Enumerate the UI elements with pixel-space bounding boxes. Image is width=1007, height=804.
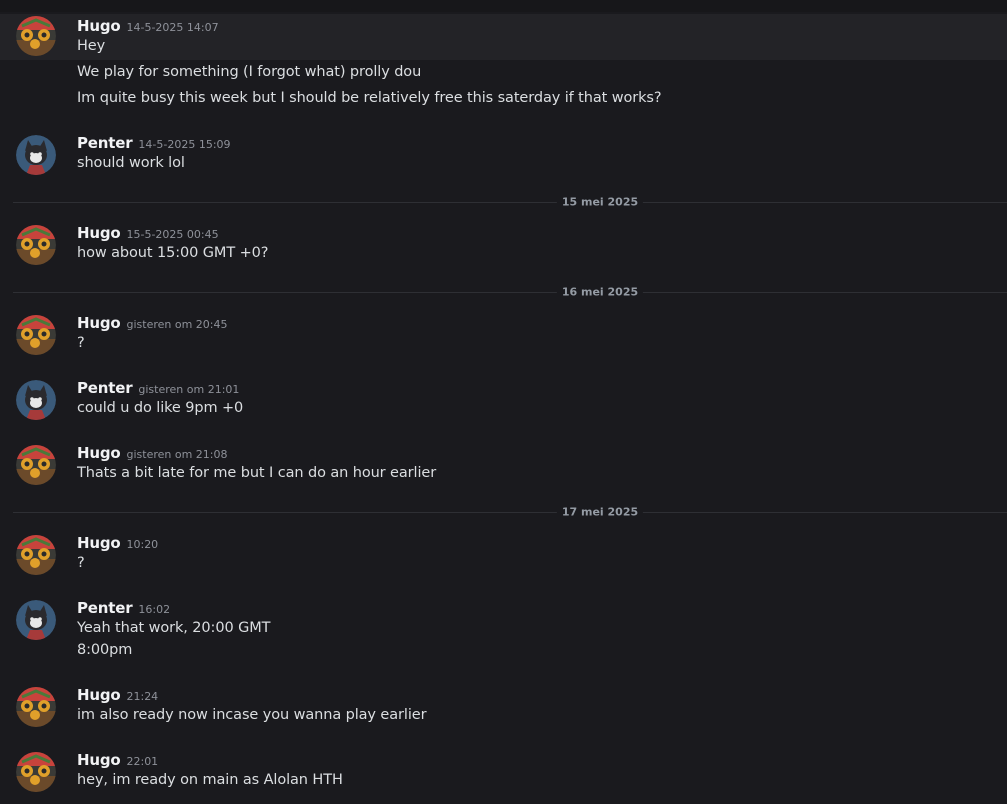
message-group[interactable]: Penter 14-5-2025 15:09 should work lol	[0, 133, 1007, 179]
author-name[interactable]: Hugo	[77, 17, 121, 35]
chat-messages-area: Hugo 14-5-2025 14:07 Hey We play for some…	[0, 0, 1007, 804]
message-timestamp[interactable]: 22:01	[126, 755, 158, 768]
hugo-avatar-icon[interactable]	[16, 16, 56, 56]
message-timestamp[interactable]: gisteren om 21:01	[138, 383, 239, 396]
date-divider-label: 16 mei 2025	[556, 285, 644, 299]
hugo-avatar-icon[interactable]	[16, 535, 56, 575]
date-divider: 17 mei 2025	[13, 505, 1007, 519]
message-header: Hugo gisteren om 20:45	[77, 313, 228, 335]
author-name[interactable]: Hugo	[77, 224, 121, 242]
message-text: im also ready now incase you wanna play …	[77, 707, 427, 723]
message-header: Hugo 21:24	[77, 685, 158, 707]
message-header: Hugo 22:01	[77, 750, 158, 772]
message-text: ?	[77, 335, 85, 351]
message-header: Hugo 14-5-2025 14:07	[77, 16, 219, 38]
message-text: We play for something (I forgot what) pr…	[77, 64, 422, 80]
hugo-avatar-icon[interactable]	[16, 752, 56, 792]
date-divider: 16 mei 2025	[13, 285, 1007, 299]
message-timestamp[interactable]: 15-5-2025 00:45	[126, 228, 218, 241]
top-strip	[0, 0, 1007, 12]
penter-avatar-icon[interactable]	[16, 380, 56, 420]
message-group[interactable]: Hugo gisteren om 21:08 Thats a bit late f…	[0, 443, 1007, 489]
message-header: Hugo 10:20	[77, 533, 158, 555]
message-group[interactable]: Hugo 10:20 ?	[0, 533, 1007, 579]
message-timestamp[interactable]: gisteren om 21:08	[126, 448, 227, 461]
author-name[interactable]: Penter	[77, 134, 133, 152]
message-timestamp[interactable]: 21:24	[126, 690, 158, 703]
author-name[interactable]: Hugo	[77, 751, 121, 769]
message-text: ?	[77, 555, 85, 571]
message-group[interactable]: Hugo 22:01 hey, im ready on main as Alola…	[0, 750, 1007, 796]
message-text: Im quite busy this week but I should be …	[77, 90, 662, 106]
message-group[interactable]: Hugo 15-5-2025 00:45 how about 15:00 GMT …	[0, 223, 1007, 269]
message-timestamp[interactable]: 14-5-2025 15:09	[138, 138, 230, 151]
date-divider-label: 17 mei 2025	[556, 505, 644, 519]
message-text: Thats a bit late for me but I can do an …	[77, 465, 437, 481]
message-text: Hey	[77, 38, 106, 54]
author-name[interactable]: Penter	[77, 379, 133, 397]
message-text: could u do like 9pm +0	[77, 400, 244, 416]
author-name[interactable]: Hugo	[77, 686, 121, 704]
author-name[interactable]: Hugo	[77, 444, 121, 462]
message-timestamp[interactable]: 16:02	[138, 603, 170, 616]
message-text: 8:00pm	[77, 642, 133, 658]
author-name[interactable]: Hugo	[77, 314, 121, 332]
message-group[interactable]: Hugo 14-5-2025 14:07 Hey	[0, 14, 1007, 60]
author-name[interactable]: Hugo	[77, 534, 121, 552]
message-text: Yeah that work, 20:00 GMT	[77, 620, 271, 636]
penter-avatar-icon[interactable]	[16, 135, 56, 175]
date-divider: 15 mei 2025	[13, 195, 1007, 209]
message-timestamp[interactable]: gisteren om 20:45	[126, 318, 227, 331]
message-group[interactable]: Penter gisteren om 21:01 could u do like …	[0, 378, 1007, 424]
date-divider-label: 15 mei 2025	[556, 195, 644, 209]
message-header: Penter 14-5-2025 15:09	[77, 133, 231, 155]
hugo-avatar-icon[interactable]	[16, 687, 56, 727]
author-name[interactable]: Penter	[77, 599, 133, 617]
message-group[interactable]: Hugo gisteren om 20:45 ?	[0, 313, 1007, 359]
message-text: how about 15:00 GMT +0?	[77, 245, 269, 261]
hugo-avatar-icon[interactable]	[16, 445, 56, 485]
message-header: Hugo gisteren om 21:08	[77, 443, 228, 465]
message-timestamp[interactable]: 14-5-2025 14:07	[126, 21, 218, 34]
hugo-avatar-icon[interactable]	[16, 225, 56, 265]
message-header: Penter gisteren om 21:01	[77, 378, 239, 400]
message-text: should work lol	[77, 155, 185, 171]
message-group[interactable]: Hugo 21:24 im also ready now incase you w…	[0, 685, 1007, 731]
message-timestamp[interactable]: 10:20	[126, 538, 158, 551]
message-header: Hugo 15-5-2025 00:45	[77, 223, 219, 245]
penter-avatar-icon[interactable]	[16, 600, 56, 640]
hugo-avatar-icon[interactable]	[16, 315, 56, 355]
message-header: Penter 16:02	[77, 598, 170, 620]
message-text: hey, im ready on main as Alolan HTH	[77, 772, 343, 788]
message-group[interactable]: Penter 16:02 Yeah that work, 20:00 GMT 8:…	[0, 598, 1007, 664]
